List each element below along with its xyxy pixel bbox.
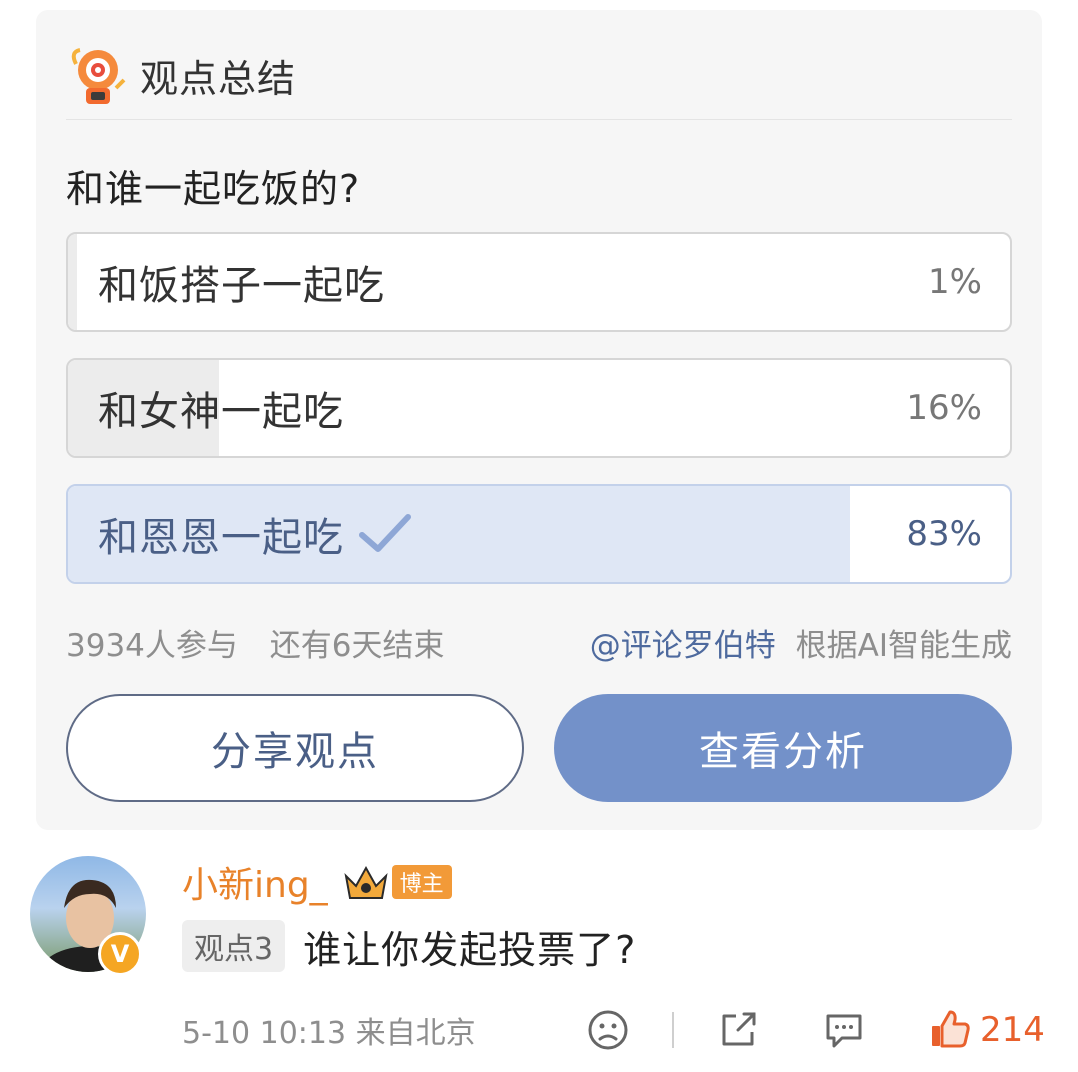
ai-generated-note: 根据AI智能生成 <box>795 627 1012 664</box>
participant-count: 3934人参与 <box>66 627 238 664</box>
poll-meta: 3934人参与 还有6天结束 @评论罗伯特 根据AI智能生成 <box>66 620 1012 664</box>
poll-option-3-label: 和恩恩一起吃 <box>98 486 414 582</box>
username[interactable]: 小新ing_ <box>182 856 328 908</box>
time-remaining: 还有6天结束 <box>269 627 445 664</box>
blogger-badge: 博主 <box>391 865 452 899</box>
mention-link[interactable]: @评论罗伯特 <box>590 628 776 664</box>
poll-option-2[interactable]: 和女神一起吃 16% <box>66 358 1012 458</box>
poll-option-3[interactable]: 和恩恩一起吃 83% <box>66 484 1012 584</box>
poll-option-1-fill <box>68 234 78 330</box>
share-icon[interactable] <box>716 1008 760 1052</box>
comment-footer: 5-10 10:13 来自北京 214 <box>182 1006 1045 1054</box>
poll-question: 和谁一起吃饭的? <box>66 167 361 211</box>
card-title: 观点总结 <box>140 57 297 101</box>
comment-body: 观点3 谁让你发起投票了? <box>182 918 636 974</box>
like-button[interactable]: 214 <box>928 1008 1045 1052</box>
poll-option-3-percent: 83% <box>906 514 982 554</box>
comment-author-row: 小新ing_ 博主 <box>182 856 452 908</box>
verified-badge-icon: V <box>98 932 142 976</box>
poll-option-1[interactable]: 和饭搭子一起吃 1% <box>66 232 1012 332</box>
crown-icon <box>344 865 388 899</box>
poll-option-2-label: 和女神一起吃 <box>98 389 344 435</box>
comment-actions: 214 <box>586 1006 1045 1054</box>
mascot-robot-icon <box>71 47 126 104</box>
poll-option-1-label: 和饭搭子一起吃 <box>98 263 385 309</box>
action-divider <box>672 1012 674 1048</box>
dislike-face-icon[interactable] <box>586 1008 630 1052</box>
poll-option-2-percent: 16% <box>906 388 982 428</box>
thumbs-up-icon <box>932 1010 970 1048</box>
checkmark-icon <box>359 514 411 552</box>
comment-text: 谁让你发起投票了? <box>303 927 637 972</box>
poll-card: 观点总结 和谁一起吃饭的? 和饭搭子一起吃 1% 和女神一起吃 16% 和恩恩一… <box>36 10 1042 830</box>
comment-time-location: 5-10 10:13 来自北京 <box>182 1016 476 1051</box>
like-count: 214 <box>980 1010 1045 1050</box>
comment-icon[interactable] <box>822 1008 866 1052</box>
view-analysis-button[interactable]: 查看分析 <box>554 694 1012 802</box>
poll-option-1-percent: 1% <box>928 262 982 302</box>
poll-card-header: 观点总结 <box>66 32 1012 120</box>
share-opinion-button[interactable]: 分享观点 <box>66 694 524 802</box>
opinion-tag[interactable]: 观点3 <box>182 920 286 972</box>
